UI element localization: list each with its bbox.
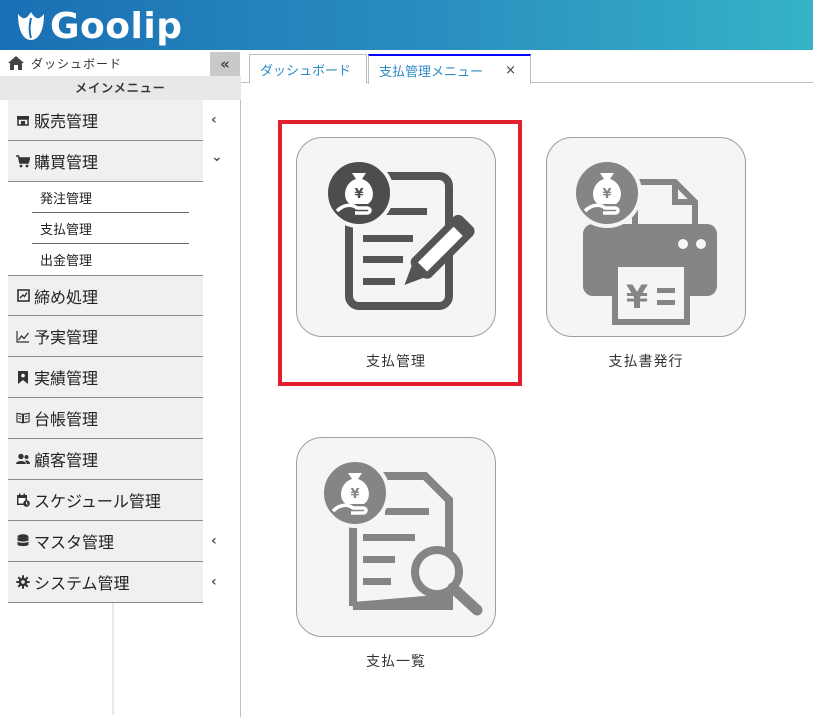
tile-payment-management[interactable]: ¥ 支払管理 xyxy=(296,137,496,371)
payment-edit-icon: ¥ xyxy=(324,158,475,310)
sidebar-item-label: 台帳管理 xyxy=(34,410,99,429)
tab-label: 支払管理メニュー xyxy=(379,64,484,80)
purchasing-submenu: 発注管理 支払管理 出金管理 xyxy=(8,182,203,275)
sidebar-item-label: 購買管理 xyxy=(34,153,99,172)
store-icon xyxy=(16,113,30,127)
chevron-left-icon: ‹ xyxy=(211,112,217,128)
chevron-left-icon: ‹ xyxy=(211,574,217,590)
tulip-icon xyxy=(18,12,44,40)
sidebar-item-master[interactable]: マスタ管理 ‹ xyxy=(8,521,217,562)
svg-text:¥: ¥ xyxy=(602,187,611,202)
tile-label: 支払書発行 xyxy=(608,354,684,370)
sidebar: ダッシュボード « メインメニュー 販売管理 ‹ 購買管理 ⌄ 発注管理 支払管… xyxy=(0,50,241,717)
sidebar-item-system[interactable]: システム管理 ‹ xyxy=(8,562,217,603)
sidebar-item-ledger[interactable]: 台帳管理 xyxy=(8,398,203,439)
app-header: Goolip xyxy=(0,0,813,50)
gear-icon xyxy=(16,575,30,589)
sidebar-item-label: 締め処理 xyxy=(34,287,99,307)
svg-text:¥: ¥ xyxy=(626,278,648,316)
sidebar-dashboard-link[interactable]: ダッシュボード xyxy=(0,50,241,76)
payment-search-icon: ¥ xyxy=(320,458,483,616)
home-icon xyxy=(8,56,24,70)
sidebar-item-label: システム管理 xyxy=(34,574,130,593)
sidebar-divider xyxy=(112,603,114,715)
tile-label: 支払管理 xyxy=(366,354,426,370)
sidebar-item-label: マスタ管理 xyxy=(34,533,115,552)
tab-label: ダッシュボード xyxy=(260,63,352,79)
goolip-logo[interactable]: Goolip xyxy=(14,4,182,48)
tab-dashboard[interactable]: ダッシュボード xyxy=(249,54,367,83)
sidebar-item-label: 実績管理 xyxy=(34,369,99,388)
svg-text:¥: ¥ xyxy=(354,187,363,202)
svg-text:¥: ¥ xyxy=(350,487,359,502)
sidebar-collapse-button[interactable]: « xyxy=(210,52,240,76)
sidebar-item-customers[interactable]: 顧客管理 xyxy=(8,439,203,480)
tile-payment-document-issue[interactable]: ¥ ¥ 支払書発行 xyxy=(546,137,746,371)
tile-icon-box: ¥ xyxy=(296,137,496,337)
tile-icon-box: ¥ ¥ xyxy=(546,137,746,337)
sidebar-item-label: 販売管理 xyxy=(34,112,99,131)
tile-payment-list[interactable]: ¥ 支払一覧 xyxy=(296,437,496,671)
sidebar-item-sales[interactable]: 販売管理 ‹ xyxy=(8,100,217,141)
tile-label: 支払一覧 xyxy=(366,654,426,670)
sidebar-item-label: 予実管理 xyxy=(34,328,99,347)
payment-print-icon: ¥ ¥ xyxy=(572,158,717,325)
sidebar-subitem-withdrawal[interactable]: 出金管理 xyxy=(32,244,189,275)
line-chart-icon xyxy=(16,329,30,343)
main-menu-heading: メインメニュー xyxy=(0,76,241,100)
sidebar-item-budget[interactable]: 予実管理 xyxy=(8,316,203,357)
checkbox-icon xyxy=(16,289,30,303)
database-icon xyxy=(16,534,30,548)
payment-menu-panel: ¥ 支払管理 ¥ ¥ 支払書発行 ¥ 支払一覧 xyxy=(242,84,813,717)
book-icon xyxy=(16,411,30,425)
dashboard-label: ダッシュボード xyxy=(31,56,123,71)
cart-icon xyxy=(16,154,30,168)
chevron-left-icon: ‹ xyxy=(211,533,217,549)
logo-text: Goolip xyxy=(50,5,183,47)
bookmark-icon xyxy=(16,370,30,384)
sidebar-item-schedule[interactable]: スケジュール管理 xyxy=(8,480,203,521)
chevron-down-icon: ⌄ xyxy=(211,149,223,165)
main-menu: 販売管理 ‹ 購買管理 ⌄ 発注管理 支払管理 出金管理 締め処理 予実管理 実… xyxy=(8,100,223,603)
tab-bar: ダッシュボード 支払管理メニュー × xyxy=(241,50,813,84)
calendar-icon xyxy=(16,493,30,507)
sidebar-subitem-payment[interactable]: 支払管理 xyxy=(32,213,189,244)
sidebar-item-closing[interactable]: 締め処理 xyxy=(8,275,203,316)
sidebar-item-purchasing[interactable]: 購買管理 ⌄ xyxy=(8,141,223,182)
tile-icon-box: ¥ xyxy=(296,437,496,637)
sidebar-subitem-order[interactable]: 発注管理 xyxy=(32,182,189,213)
sidebar-item-label: スケジュール管理 xyxy=(34,492,161,511)
close-icon[interactable]: × xyxy=(505,63,516,78)
sidebar-item-label: 顧客管理 xyxy=(34,451,99,470)
tab-payment-menu[interactable]: 支払管理メニュー × xyxy=(368,54,531,84)
sidebar-item-results[interactable]: 実績管理 xyxy=(8,357,203,398)
users-icon xyxy=(16,452,30,466)
double-chevron-left-icon: « xyxy=(220,55,230,73)
